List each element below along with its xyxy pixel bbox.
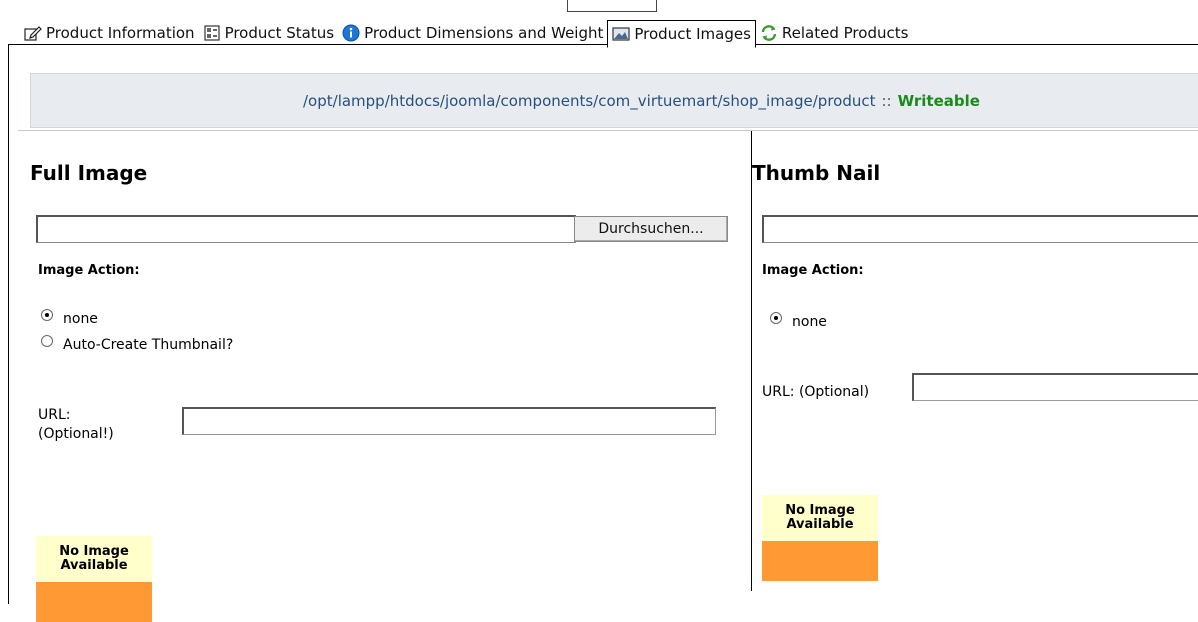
thumb-nail-section: Thumb Nail Image Action: none URL: (Opti… (752, 131, 1198, 591)
radio-auto-create-thumbnail[interactable]: Auto-Create Thumbnail? (41, 335, 234, 353)
no-image-line1: No Image (785, 503, 855, 518)
full-image-title: Full Image (30, 161, 148, 185)
url-label-line1: URL: (38, 407, 71, 423)
tab-panel: /opt/lampp/htdocs/joomla/components/com_… (8, 44, 1198, 622)
no-image-placeholder: No Image Available (36, 536, 152, 622)
radio-button[interactable] (41, 309, 53, 321)
tab-product-status[interactable]: Product Status (199, 20, 339, 46)
url-label-line2: (Optional!) (38, 426, 114, 442)
thumb-image-action-label: Image Action: (762, 263, 864, 278)
tab-product-information[interactable]: Product Information (20, 20, 199, 46)
radio-button[interactable] (770, 312, 782, 324)
image-action-label: Image Action: (38, 263, 140, 278)
thumb-file-input[interactable] (762, 215, 1198, 243)
image-icon (612, 25, 630, 43)
full-image-section: Full Image Durchsuchen... Image Action: … (18, 131, 752, 622)
no-image-bar (762, 541, 878, 581)
radio-label: Auto-Create Thumbnail? (63, 337, 234, 353)
image-path: /opt/lampp/htdocs/joomla/components/com_… (303, 91, 876, 110)
thumb-radio-none[interactable]: none (770, 312, 827, 330)
thumb-no-image-placeholder: No Image Available (762, 495, 878, 581)
thumb-nail-title: Thumb Nail (752, 161, 881, 185)
refresh-icon (760, 24, 778, 42)
tab-label: Product Images (634, 25, 751, 43)
browse-button[interactable]: Durchsuchen... (574, 216, 728, 242)
radio-label: none (792, 314, 827, 330)
tab-bar: Product Information Product Status Produ… (20, 20, 913, 48)
image-columns: Full Image Durchsuchen... Image Action: … (18, 130, 1198, 622)
url-label: URL: (Optional!) (38, 406, 114, 444)
radio-label: none (63, 311, 98, 327)
tab-label: Product Information (46, 24, 195, 42)
writeable-status: Writeable (897, 91, 980, 110)
tab-label: Related Products (781, 24, 909, 42)
path-separator: :: (881, 91, 892, 110)
thumb-url-label: URL: (Optional) (762, 384, 870, 400)
tab-label: Product Status (224, 24, 335, 42)
radio-button[interactable] (41, 335, 53, 347)
no-image-line1: No Image (59, 544, 129, 559)
no-image-text: No Image Available (36, 536, 152, 582)
tab-related-products[interactable]: Related Products (756, 20, 913, 46)
radio-none[interactable]: none (41, 309, 98, 327)
no-image-text: No Image Available (762, 495, 878, 541)
no-image-line2: Available (786, 517, 854, 532)
info-icon (342, 24, 360, 42)
thumb-url-input[interactable] (912, 373, 1198, 401)
no-image-bar (36, 582, 152, 622)
full-image-file-input[interactable] (36, 215, 576, 243)
full-image-url-input[interactable] (182, 407, 716, 435)
tab-product-images[interactable]: Product Images (607, 20, 756, 48)
top-stub (567, 0, 657, 12)
no-image-line2: Available (60, 558, 128, 573)
tab-label: Product Dimensions and Weight (364, 24, 604, 42)
image-path-bar: /opt/lampp/htdocs/joomla/components/com_… (30, 73, 1198, 128)
edit-icon (24, 24, 42, 42)
status-icon (203, 24, 221, 42)
tab-product-dimensions[interactable]: Product Dimensions and Weight (338, 20, 607, 46)
